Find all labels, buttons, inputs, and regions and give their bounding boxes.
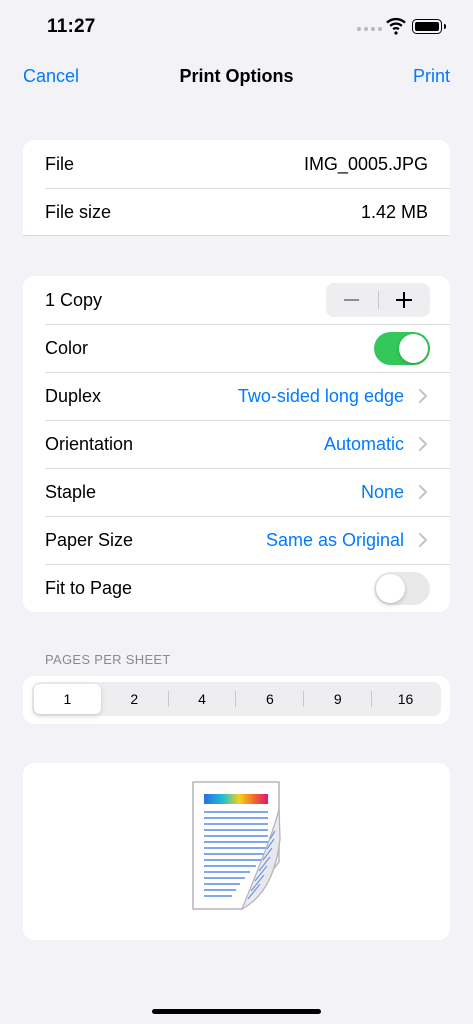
- chevron-right-icon: [419, 533, 427, 547]
- segment-6[interactable]: 6: [236, 684, 303, 714]
- pages-per-sheet-segmented-control[interactable]: 1 2 4 6 9 16: [32, 682, 441, 716]
- file-name-value: IMG_0005.JPG: [303, 153, 428, 174]
- staple-value[interactable]: None: [361, 482, 404, 503]
- copies-label: 1 Copy: [45, 289, 103, 310]
- segment-4[interactable]: 4: [169, 684, 236, 714]
- orientation-label: Orientation: [45, 433, 134, 454]
- fit-to-page-toggle[interactable]: [374, 571, 430, 605]
- chevron-right-icon: [419, 389, 427, 403]
- status-bar: 11:27: [0, 0, 473, 54]
- file-size-value: 1.42 MB: [360, 201, 428, 222]
- toggle-knob: [376, 573, 405, 603]
- chevron-right-icon: [419, 437, 427, 451]
- nav-bar: Cancel Print Options Print: [0, 54, 473, 100]
- segment-9[interactable]: 9: [304, 684, 371, 714]
- print-preview-group: [23, 763, 450, 940]
- color-toggle[interactable]: [374, 331, 430, 365]
- increment-copies-button[interactable]: [379, 283, 431, 317]
- fit-to-page-label: Fit to Page: [45, 577, 133, 598]
- segment-1[interactable]: 1: [34, 684, 101, 714]
- staple-row[interactable]: Staple None: [23, 468, 450, 516]
- orientation-value[interactable]: Automatic: [324, 434, 404, 455]
- cellular-signal-icon: [357, 27, 382, 31]
- segment-16[interactable]: 16: [372, 684, 439, 714]
- plus-icon: [396, 292, 413, 308]
- duplex-value[interactable]: Two-sided long edge: [238, 386, 404, 407]
- battery-icon: [412, 19, 446, 34]
- paper-size-row[interactable]: Paper Size Same as Original: [23, 516, 450, 564]
- fit-to-page-row: Fit to Page: [23, 564, 450, 612]
- minus-icon: [344, 299, 360, 301]
- file-size-label: File size: [45, 201, 112, 222]
- document-preview-icon[interactable]: [190, 779, 284, 913]
- toggle-knob: [399, 333, 428, 363]
- print-options-group: 1 Copy Color Duplex Two-sided long edge …: [23, 276, 450, 612]
- decrement-copies-button[interactable]: [326, 283, 378, 317]
- copies-row: 1 Copy: [23, 276, 450, 324]
- copies-stepper[interactable]: [326, 283, 430, 317]
- pages-per-sheet-group: 1 2 4 6 9 16: [23, 676, 450, 724]
- file-label: File: [45, 153, 75, 174]
- file-row: File IMG_0005.JPG: [23, 140, 450, 188]
- staple-label: Staple: [45, 481, 97, 502]
- segment-2[interactable]: 2: [101, 684, 168, 714]
- color-label: Color: [45, 337, 89, 358]
- duplex-row[interactable]: Duplex Two-sided long edge: [23, 372, 450, 420]
- wifi-icon: [386, 17, 406, 35]
- print-options-screen: 11:27 Cancel Print Options Print File IM…: [0, 0, 473, 1024]
- orientation-row[interactable]: Orientation Automatic: [23, 420, 450, 468]
- status-time: 11:27: [47, 16, 96, 37]
- color-row: Color: [23, 324, 450, 372]
- print-button[interactable]: Print: [413, 66, 450, 87]
- divider: [23, 235, 450, 236]
- home-indicator[interactable]: [152, 1009, 321, 1014]
- paper-size-value[interactable]: Same as Original: [266, 530, 404, 551]
- pages-per-sheet-header: PAGES PER SHEET: [45, 652, 171, 667]
- file-size-row: File size 1.42 MB: [23, 188, 450, 236]
- duplex-label: Duplex: [45, 385, 102, 406]
- chevron-right-icon: [419, 485, 427, 499]
- page-title: Print Options: [179, 66, 294, 86]
- paper-size-label: Paper Size: [45, 529, 134, 550]
- file-info-group: File IMG_0005.JPG File size 1.42 MB: [23, 140, 450, 236]
